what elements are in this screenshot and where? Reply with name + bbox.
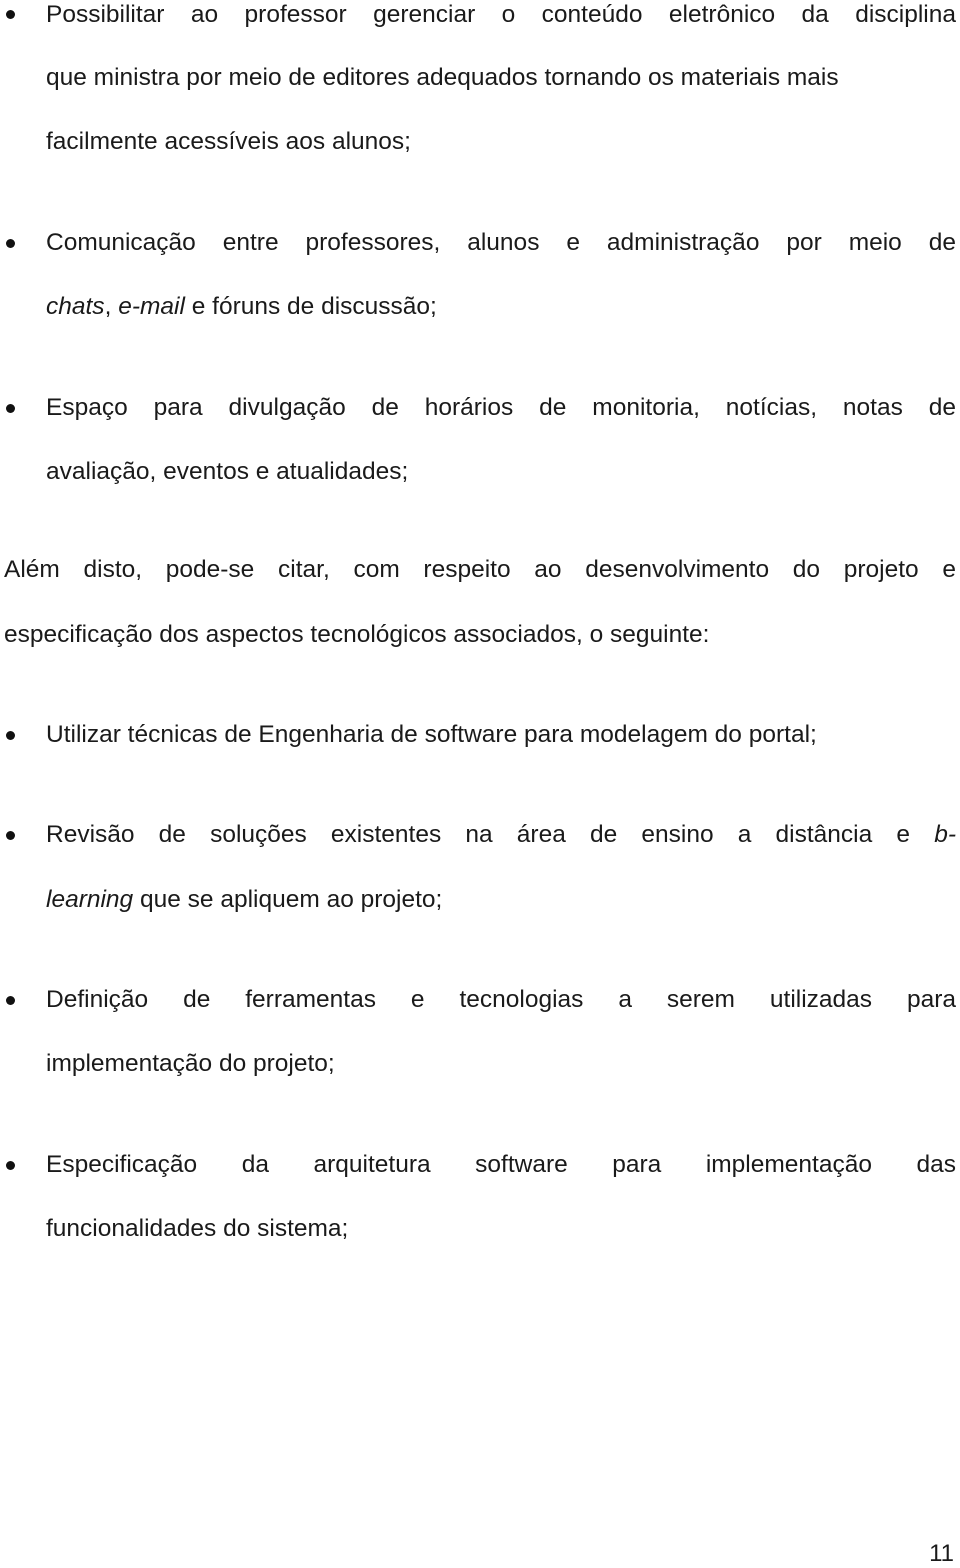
bullet-icon	[6, 10, 15, 19]
list-item-line: chats, e-mail e fóruns de discussão;	[46, 293, 437, 320]
list-item-line: Comunicação entre professores, alunos e …	[46, 229, 956, 256]
list-item-line: learning que se apliquem ao projeto;	[46, 886, 443, 913]
list-item-line: facilmente acessíveis aos alunos;	[46, 128, 411, 155]
list-item-line: Definição de ferramentas e tecnologias a…	[46, 986, 956, 1013]
list-item-line: Espaço para divulgação de horários de mo…	[46, 394, 956, 421]
bullet-icon	[6, 1161, 15, 1170]
list-item-line: Possibilitar ao professor gerenciar o co…	[46, 1, 956, 28]
page-number: 11	[929, 1540, 954, 1567]
italic-term: b-	[934, 821, 956, 848]
italic-term: e-mail	[118, 293, 185, 320]
italic-term: chats	[46, 293, 105, 320]
list-item-line: que ministra por meio de editores adequa…	[46, 64, 839, 91]
list-item-line: Especificação da arquitetura software pa…	[46, 1151, 956, 1178]
italic-term: learning	[46, 886, 134, 913]
list-item-line: Revisão de soluções existentes na área d…	[46, 821, 956, 848]
list-item-line: funcionalidades do sistema;	[46, 1215, 349, 1242]
list-item-line: implementação do projeto;	[46, 1050, 335, 1077]
bullet-icon	[6, 731, 15, 740]
bullet-icon	[6, 404, 15, 413]
list-item-line: avaliação, eventos e atualidades;	[46, 458, 409, 485]
bullet-icon	[6, 996, 15, 1005]
bullet-icon	[6, 831, 15, 840]
bullet-icon	[6, 239, 15, 248]
paragraph-line: especificação dos aspectos tecnológicos …	[4, 621, 710, 648]
list-item-line: Utilizar técnicas de Engenharia de softw…	[46, 721, 817, 748]
paragraph-line: Além disto, pode-se citar, com respeito …	[4, 556, 956, 583]
